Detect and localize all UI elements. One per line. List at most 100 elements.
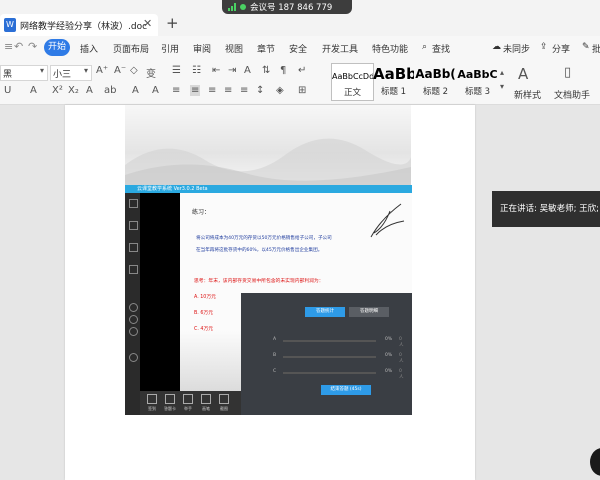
tab-developer[interactable]: 开发工具	[322, 42, 358, 55]
new-tab-icon[interactable]: +	[166, 14, 179, 32]
text-direction-icon[interactable]: ↵	[298, 65, 306, 76]
char-shading-icon[interactable]: A	[152, 85, 159, 96]
screenshot-tool: 截图	[218, 394, 230, 412]
question-line-2: 在当年再将这批存货中的60%，以45万元价格售出企业集团。	[196, 248, 323, 253]
document-helper-icon: ▯	[564, 65, 572, 80]
question-line-1: 将公司将成本为40万元的存货以50万元价格销售给子公司，子公司	[196, 236, 332, 241]
think-label: 思考：年末，该内部存货交易中所包含的未实现内部利润为：	[194, 279, 324, 284]
style-label: 标题 3	[464, 87, 491, 97]
undo-icon[interactable]: ↶	[14, 40, 23, 53]
tab-chapter[interactable]: 章节	[257, 42, 275, 55]
search-icon[interactable]: ⌕	[422, 42, 427, 52]
tab-references[interactable]: 引用	[161, 42, 179, 55]
font-color-icon[interactable]: A	[132, 85, 139, 96]
new-style-label: 新样式	[514, 91, 542, 101]
app-title-bar: 云课堂教学系统 Ver3.0.2 Beta	[125, 185, 412, 193]
meeting-id-badge[interactable]: 会议号 187 846 779	[222, 0, 352, 14]
tool-icon	[129, 199, 138, 208]
align-center-icon[interactable]: ≡	[190, 85, 201, 96]
font-size-value: 小三	[53, 70, 72, 80]
distributed-icon[interactable]: ≡	[240, 85, 248, 96]
ink-mountains-icon	[125, 138, 411, 185]
sync-status[interactable]: 未同步	[503, 42, 530, 55]
option-b: B. 6万元	[194, 311, 213, 316]
style-normal[interactable]: AaBbCcDd 正文	[331, 63, 374, 101]
grow-font-icon[interactable]: A⁺	[96, 65, 108, 76]
font-name-select[interactable]: 黑 ▾	[0, 65, 48, 81]
app-title: 云课堂教学系统 Ver3.0.2 Beta	[137, 186, 208, 192]
show-marks-icon[interactable]: ¶	[280, 65, 286, 76]
tab-find[interactable]: 查找	[432, 42, 450, 55]
answer-card-tool: 答题卡	[164, 394, 176, 412]
document-tab[interactable]: W 网络教学经验分享（林波）.doc ✕	[0, 14, 158, 36]
style-sample: AaBb	[373, 65, 414, 83]
text-effects-icon[interactable]: A	[86, 85, 93, 96]
orchid-icon	[370, 203, 405, 238]
status-dot-icon	[240, 4, 246, 10]
batch-comment-button[interactable]: 批	[592, 42, 600, 55]
tab-page-layout[interactable]: 页面布局	[113, 42, 149, 55]
tab-security[interactable]: 安全	[289, 42, 307, 55]
new-style-icon: A	[518, 65, 529, 83]
document-helper-button[interactable]: ▯ 文档助手	[552, 63, 600, 101]
justify-icon[interactable]: ≡	[224, 85, 232, 96]
style-heading-3[interactable]: AaBbC 标题 3	[457, 63, 498, 99]
ink-wash-image	[125, 105, 411, 185]
tab-view[interactable]: 视图	[225, 42, 243, 55]
document-area[interactable]: 云课堂教学系统 Ver3.0.2 Beta 练习： 将公司将成本为40万元的存货…	[0, 105, 600, 480]
superscript-icon[interactable]: X²	[52, 85, 63, 96]
increase-indent-icon[interactable]: ⇥	[228, 65, 236, 76]
style-label: 正文	[343, 88, 361, 98]
menu-expand-icon[interactable]: ≡	[4, 40, 13, 53]
close-tab-icon[interactable]: ✕	[143, 17, 152, 30]
style-sample: AaBbC	[457, 68, 498, 81]
bullets-icon[interactable]: ☰	[172, 65, 181, 76]
tab-insert[interactable]: 插入	[80, 42, 98, 55]
numbering-icon[interactable]: ☷	[192, 65, 201, 76]
style-heading-2[interactable]: AaBb( 标题 2	[415, 63, 456, 99]
answer-row-b: B 0% 0人	[273, 353, 404, 364]
style-heading-1[interactable]: AaBb 标题 1	[373, 63, 414, 99]
video-area	[140, 193, 180, 391]
tool-icon	[129, 353, 138, 362]
align-right-icon[interactable]: ≡	[208, 85, 216, 96]
clear-format-icon[interactable]: ◇	[130, 65, 138, 76]
end-answer-button: 结束答题 (45s)	[321, 385, 371, 395]
answer-statistics-panel: 答题统计 答题明细 A 0% 0人 B 0% 0人 C 0% 0人 结束答题 (45s…	[241, 293, 412, 415]
style-label: 标题 1	[380, 87, 407, 97]
style-sample: AaBbCcDd	[332, 72, 373, 81]
document-title: 网络教学经验分享（林波）.doc	[20, 22, 148, 32]
answer-row-c: C 0% 0人	[273, 369, 404, 380]
underline-icon[interactable]: U	[4, 85, 11, 96]
subscript-icon[interactable]: X₂	[68, 85, 79, 96]
highlight-icon[interactable]: ab	[104, 85, 116, 96]
font-size-select[interactable]: 小三 ▾	[50, 65, 92, 81]
align-left-icon[interactable]: ≡	[172, 85, 180, 96]
chinese-layout-icon[interactable]: A	[244, 65, 251, 76]
redo-icon[interactable]: ↷	[28, 40, 37, 53]
strikethrough-icon[interactable]: A	[30, 85, 37, 96]
tool-icon	[129, 315, 138, 324]
shading-icon[interactable]: ◈	[276, 85, 284, 96]
batch-comment-icon: ✎	[582, 42, 590, 52]
tab-start[interactable]: 开始	[44, 39, 70, 56]
share-button[interactable]: 分享	[552, 42, 570, 55]
borders-icon[interactable]: ⊞	[298, 85, 306, 96]
style-label: 标题 2	[422, 87, 449, 97]
left-toolbar	[125, 193, 140, 415]
line-spacing-icon[interactable]: ↕	[256, 85, 264, 96]
phonetic-icon[interactable]: 变	[146, 65, 156, 80]
styles-expand-icon[interactable]: ▾	[500, 82, 504, 91]
sort-icon[interactable]: ⇅	[262, 65, 270, 76]
word-doc-icon: W	[4, 18, 16, 32]
styles-scroll-icon[interactable]: ▴	[500, 68, 504, 77]
decrease-indent-icon[interactable]: ⇤	[212, 65, 220, 76]
answer-row-a: A 0% 0人	[273, 337, 404, 348]
tab-review[interactable]: 审阅	[193, 42, 211, 55]
speaking-text: 正在讲话: 吴敏老师; 王欣;	[500, 204, 599, 214]
tab-features[interactable]: 特色功能	[372, 42, 408, 55]
share-icon: ⇪	[540, 42, 548, 52]
new-style-button[interactable]: A 新样式	[510, 63, 546, 101]
shrink-font-icon[interactable]: A⁻	[114, 65, 126, 76]
document-page[interactable]: 云课堂教学系统 Ver3.0.2 Beta 练习： 将公司将成本为40万元的存货…	[65, 105, 475, 480]
